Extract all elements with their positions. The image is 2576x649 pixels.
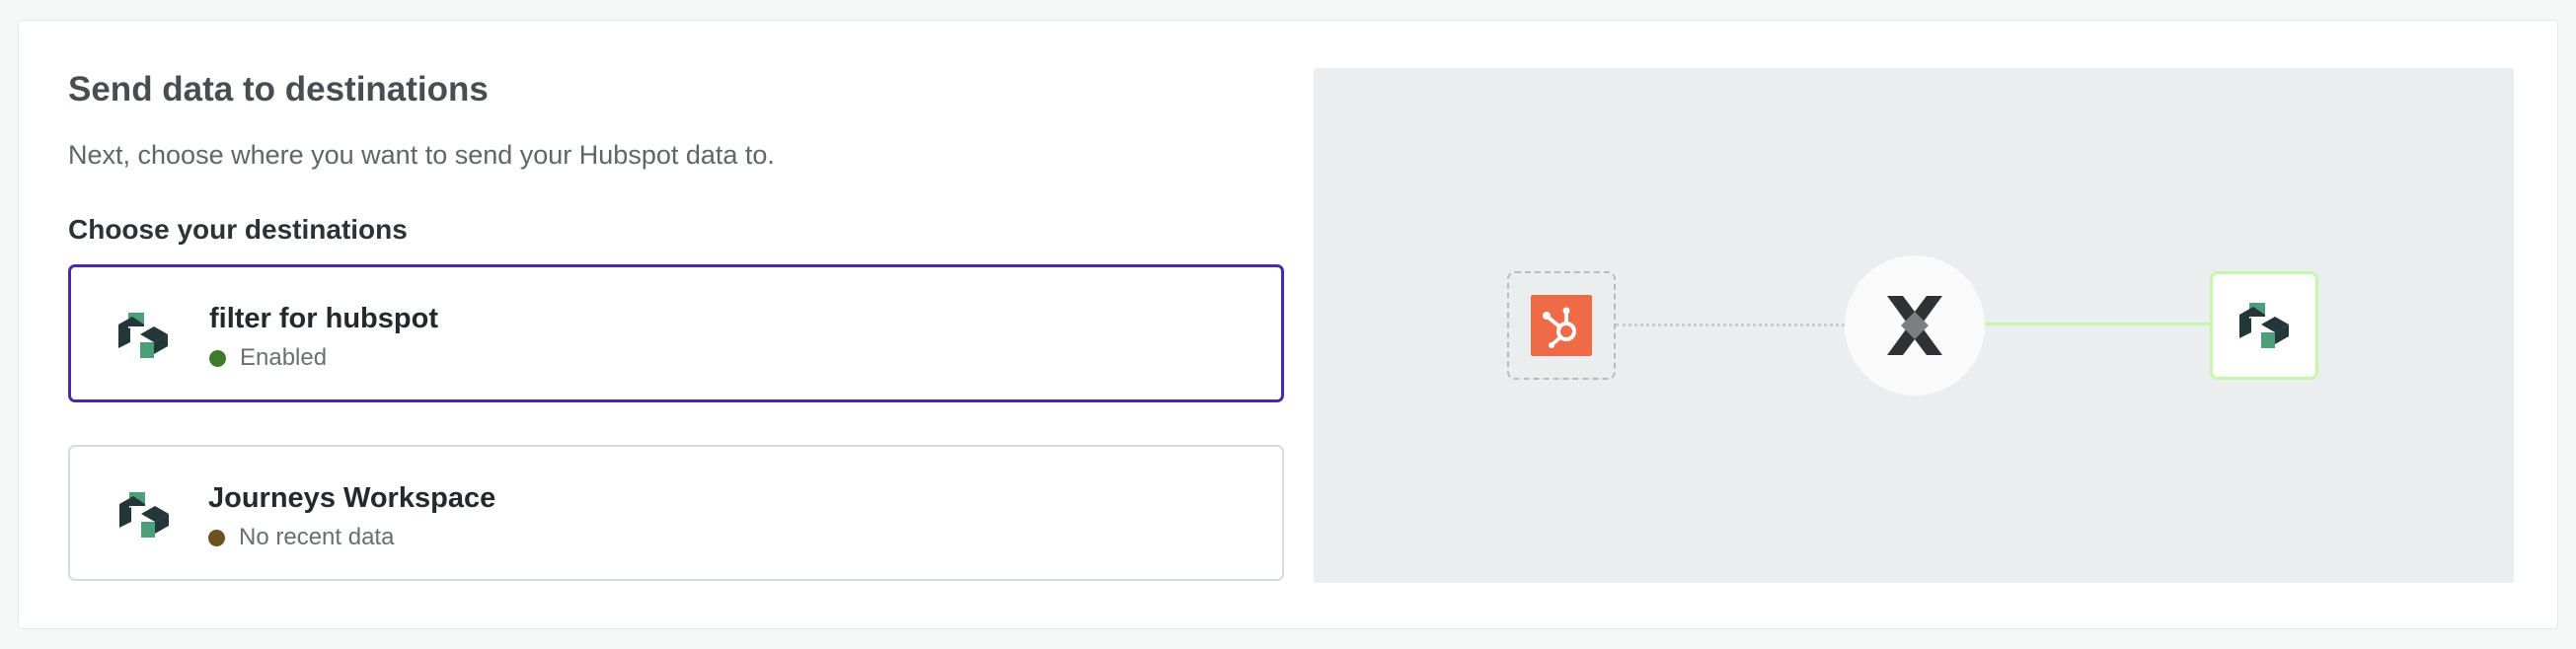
source-node bbox=[1507, 271, 1616, 380]
send-data-panel: Send data to destinations Next, choose w… bbox=[18, 20, 2558, 629]
hubspot-logo-icon bbox=[1531, 295, 1592, 356]
destination-name: Journeys Workspace bbox=[208, 482, 496, 514]
segment-connection-icon bbox=[1845, 255, 1985, 396]
page-title: Send data to destinations bbox=[68, 70, 489, 108]
status-dot-no-data bbox=[208, 529, 225, 546]
destination-card-journeys-workspace[interactable]: Journeys Workspace No recent data bbox=[68, 445, 1284, 581]
connection-diagram bbox=[1314, 68, 2514, 583]
status-text: No recent data bbox=[239, 524, 395, 550]
destination-card-filter-for-hubspot[interactable]: filter for hubspot Enabled bbox=[68, 264, 1284, 402]
destinations-label: Choose your destinations bbox=[68, 214, 408, 245]
workspace-logo-icon bbox=[119, 492, 169, 538]
page-subtitle: Next, choose where you want to send your… bbox=[68, 140, 775, 170]
workspace-logo-icon bbox=[2239, 303, 2289, 348]
destination-node bbox=[2210, 271, 2318, 380]
workspace-logo-icon bbox=[118, 313, 168, 358]
destination-name: filter for hubspot bbox=[209, 303, 438, 334]
status-text: Enabled bbox=[240, 344, 328, 371]
destination-connector-line bbox=[1985, 323, 2210, 325]
source-connector-line bbox=[1616, 324, 1845, 326]
destination-status: No recent data bbox=[208, 522, 394, 553]
destination-status: Enabled bbox=[209, 342, 327, 374]
status-dot-enabled bbox=[209, 349, 226, 367]
